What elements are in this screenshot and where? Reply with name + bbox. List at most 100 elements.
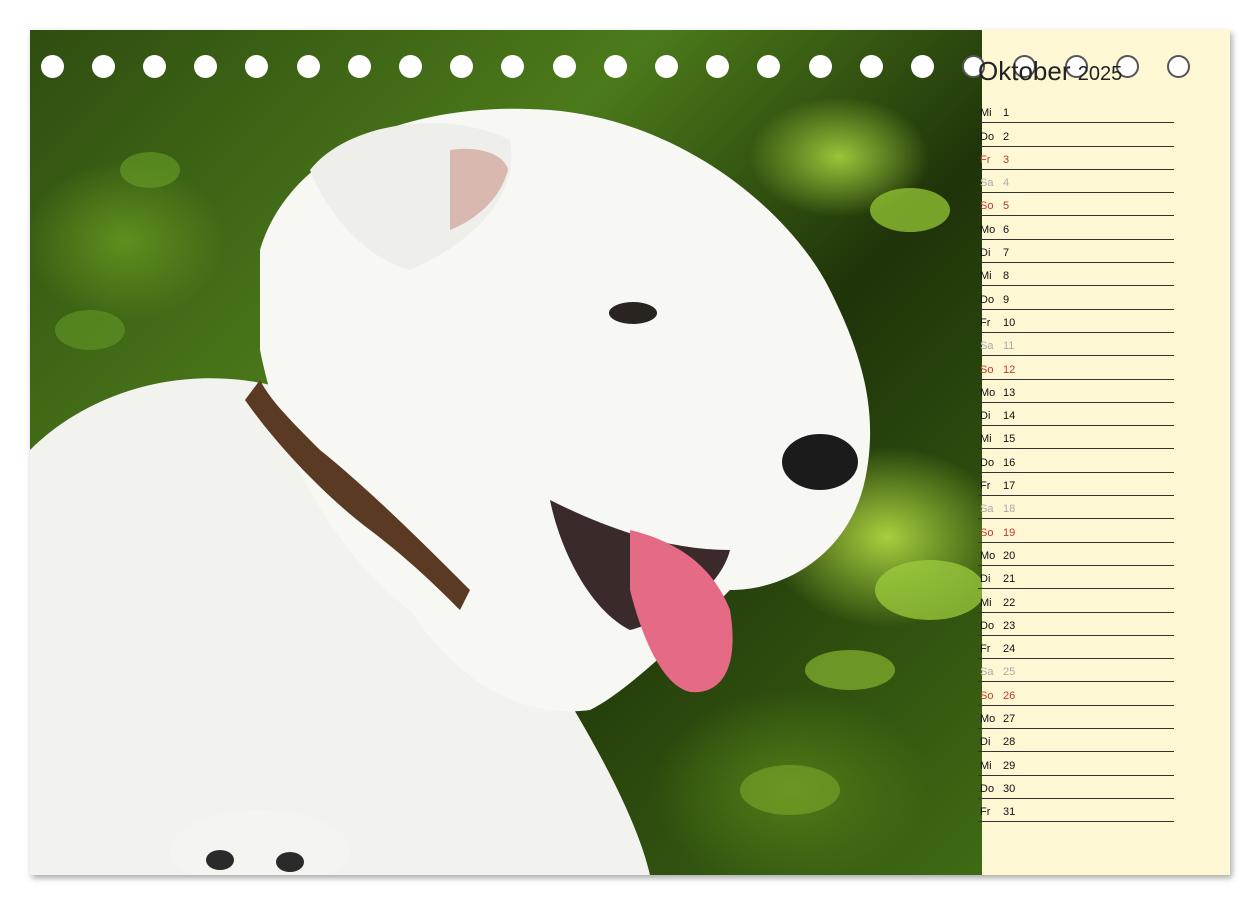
day-row: Di 7 bbox=[978, 240, 1174, 264]
weekday-label: Do bbox=[980, 619, 995, 632]
day-row: Mo 20 bbox=[978, 543, 1174, 566]
day-row: Mi 22 bbox=[978, 589, 1174, 613]
day-row: Sa 18 bbox=[978, 496, 1174, 520]
weekday-label: Sa bbox=[980, 340, 994, 353]
day-row: Mi 1 bbox=[978, 100, 1174, 124]
date-number: 5 bbox=[1003, 200, 1010, 213]
date-number: 25 bbox=[1003, 666, 1016, 679]
day-row: Fr 17 bbox=[978, 473, 1174, 497]
day-row: Fr 31 bbox=[978, 799, 1174, 823]
weekday-label: Fr bbox=[980, 480, 991, 493]
weekday-label: Mi bbox=[980, 107, 992, 120]
date-number: 4 bbox=[1003, 177, 1010, 190]
day-row: So 26 bbox=[978, 682, 1174, 706]
date-number: 1 bbox=[1003, 107, 1010, 120]
date-number: 27 bbox=[1003, 713, 1016, 726]
binding-hole bbox=[706, 55, 730, 78]
day-row: Do 16 bbox=[978, 449, 1174, 473]
weekday-label: Do bbox=[980, 456, 995, 469]
day-row: Di 14 bbox=[978, 403, 1174, 427]
date-number: 9 bbox=[1003, 293, 1010, 306]
date-number: 10 bbox=[1003, 316, 1016, 329]
binding-hole bbox=[91, 55, 115, 78]
date-number: 8 bbox=[1003, 270, 1010, 283]
date-number: 13 bbox=[1003, 386, 1016, 399]
date-number: 21 bbox=[1003, 573, 1016, 586]
weekday-label: Sa bbox=[980, 503, 994, 516]
date-number: 12 bbox=[1003, 363, 1016, 376]
binding-hole bbox=[501, 55, 525, 78]
day-row: Mo 6 bbox=[978, 216, 1174, 240]
day-row: Mi 15 bbox=[978, 426, 1174, 450]
weekday-label: Mi bbox=[980, 270, 992, 283]
binding-hole bbox=[40, 55, 64, 78]
weekday-label: Mo bbox=[980, 713, 996, 726]
date-number: 15 bbox=[1003, 433, 1016, 446]
date-number: 3 bbox=[1003, 153, 1010, 166]
weekday-label: Mi bbox=[980, 433, 992, 446]
binding-hole bbox=[757, 55, 781, 78]
date-number: 17 bbox=[1003, 480, 1016, 493]
day-row: Di 21 bbox=[978, 566, 1174, 590]
date-number: 20 bbox=[1003, 549, 1016, 562]
weekday-label: Mi bbox=[980, 759, 992, 772]
day-row: Do 2 bbox=[978, 123, 1174, 147]
day-row: Fr 24 bbox=[978, 636, 1174, 660]
day-row: Do 9 bbox=[978, 286, 1174, 310]
day-row: Do 30 bbox=[978, 776, 1174, 799]
date-number: 14 bbox=[1003, 410, 1016, 423]
binding-hole bbox=[347, 55, 371, 78]
puppy-photo bbox=[30, 30, 982, 875]
day-row: Fr 3 bbox=[978, 147, 1174, 170]
weekday-label: Mo bbox=[980, 549, 996, 562]
weekday-label: Mo bbox=[980, 386, 996, 399]
weekday-label: So bbox=[980, 689, 994, 702]
date-number: 31 bbox=[1003, 806, 1016, 819]
day-row: Mo 27 bbox=[978, 706, 1174, 730]
weekday-label: Sa bbox=[980, 666, 994, 679]
day-row: So 5 bbox=[978, 193, 1174, 217]
weekday-label: Di bbox=[980, 410, 991, 423]
date-number: 16 bbox=[1003, 456, 1016, 469]
day-row: Sa 4 bbox=[978, 170, 1174, 194]
weekday-label: Fr bbox=[980, 643, 991, 656]
weekday-label: So bbox=[980, 526, 994, 539]
date-number: 7 bbox=[1003, 247, 1010, 260]
date-number: 11 bbox=[1003, 340, 1015, 353]
weekday-label: So bbox=[980, 200, 994, 213]
date-number: 26 bbox=[1003, 689, 1016, 702]
weekday-label: So bbox=[980, 363, 994, 376]
binding-hole bbox=[603, 55, 627, 78]
binding-hole bbox=[654, 55, 678, 78]
day-row: Sa 11 bbox=[978, 333, 1174, 357]
weekday-label: Do bbox=[980, 782, 995, 795]
white-puppy-illustration bbox=[30, 108, 982, 875]
day-row: Sa 25 bbox=[978, 659, 1174, 683]
binding-hole bbox=[808, 55, 832, 78]
date-number: 6 bbox=[1003, 223, 1010, 236]
weekday-label: Sa bbox=[980, 177, 994, 190]
year-label: 2025 bbox=[1077, 63, 1123, 85]
day-row: Mo 13 bbox=[978, 380, 1174, 403]
binding-hole bbox=[910, 55, 934, 78]
date-number: 2 bbox=[1003, 130, 1010, 143]
weekday-label: Fr bbox=[980, 316, 991, 329]
binding-hole bbox=[245, 55, 269, 78]
date-number: 23 bbox=[1003, 619, 1016, 632]
weekday-label: Mi bbox=[980, 596, 992, 609]
weekday-label: Di bbox=[980, 736, 991, 749]
binding-hole bbox=[296, 55, 320, 78]
weekday-label: Fr bbox=[980, 806, 991, 819]
day-list: Mi 1 Do 2 Fr 3 Sa 4 So 5 Mo 6 Di 7 Mi 8 Do 9 Fr 10 Sa 11 So 12 M… bbox=[978, 100, 1174, 823]
day-row: Di 28 bbox=[978, 729, 1174, 753]
date-number: 29 bbox=[1003, 759, 1016, 772]
weekday-label: Mo bbox=[980, 223, 996, 236]
date-number: 18 bbox=[1003, 503, 1016, 516]
weekday-label: Fr bbox=[980, 153, 991, 166]
binding-hole bbox=[552, 55, 576, 78]
weekday-label: Do bbox=[980, 130, 995, 143]
binding-hole bbox=[450, 55, 474, 78]
binding-hole bbox=[859, 55, 883, 78]
day-row: Fr 10 bbox=[978, 310, 1174, 333]
day-row: So 19 bbox=[978, 519, 1174, 543]
